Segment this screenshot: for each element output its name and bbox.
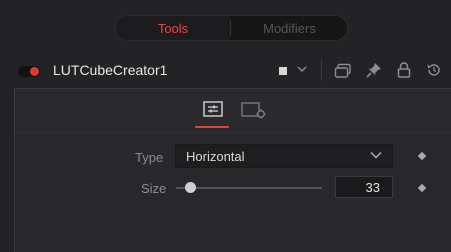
controls-tab-icon[interactable] (241, 101, 267, 119)
node-title: LUTCubeCreator1 (53, 62, 168, 78)
size-value-field[interactable] (335, 176, 393, 198)
panel-section-divider (14, 213, 451, 214)
chevron-down-icon[interactable] (297, 64, 307, 74)
settings-tab-icon[interactable] (203, 101, 223, 117)
size-slider-track[interactable] (176, 187, 322, 189)
inspector-subtab-bar (15, 89, 451, 134)
pin-icon[interactable] (366, 62, 382, 78)
node-enable-toggle[interactable] (18, 66, 40, 77)
tools-modifiers-tabbar: Tools Modifiers (115, 15, 348, 41)
tab-divider (230, 20, 231, 36)
reset-icon[interactable] (426, 62, 442, 78)
header-divider (321, 59, 322, 81)
type-dropdown-value: Horizontal (186, 149, 245, 164)
tab-tools[interactable]: Tools (116, 16, 230, 40)
lock-icon[interactable] (397, 62, 411, 78)
type-label: Type (135, 150, 164, 165)
tab-modifiers[interactable]: Modifiers (232, 16, 347, 40)
versions-icon[interactable] (334, 63, 352, 79)
size-label: Size (141, 181, 167, 196)
color-swatch-icon[interactable] (279, 67, 287, 75)
chevron-down-icon (370, 152, 382, 159)
active-subtab-indicator (195, 126, 229, 128)
